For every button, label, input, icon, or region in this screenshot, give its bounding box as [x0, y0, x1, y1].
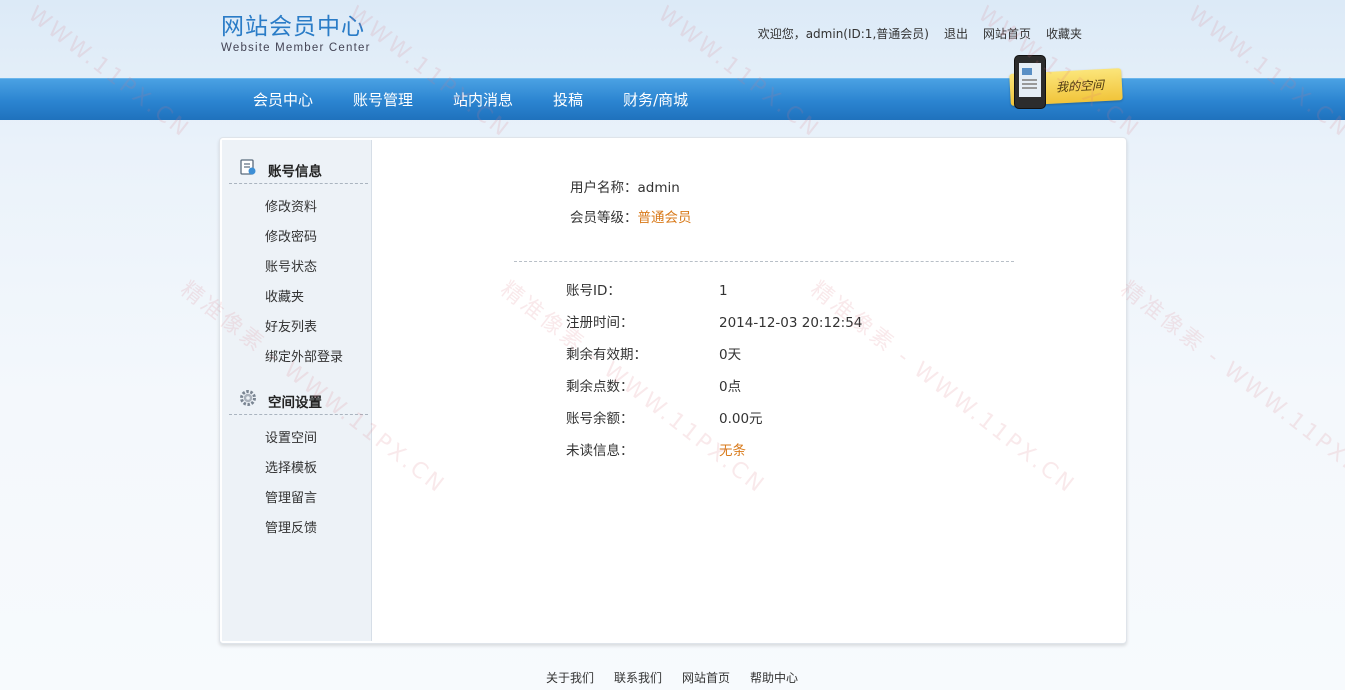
footer-home[interactable]: 网站首页 [682, 669, 730, 686]
logo-subtitle: Website Member Center [221, 42, 371, 54]
account-id-label: 账号ID： [566, 283, 621, 299]
sidebar-item-account-status[interactable]: 账号状态 [265, 253, 343, 283]
sidebar-item-choose-template[interactable]: 选择模板 [265, 454, 317, 484]
member-level-row: 会员等级：普通会员 [570, 208, 692, 238]
sidebar-item-manage-feedback[interactable]: 管理反馈 [265, 514, 317, 544]
footer-contact[interactable]: 联系我们 [614, 669, 662, 686]
logo-title: 网站会员中心 [221, 14, 365, 40]
sidebar-section-account: 账号信息 [229, 152, 368, 184]
detail-row: 剩余点数： 0点 [566, 375, 966, 407]
account-menu: 修改资料 修改密码 账号状态 收藏夹 好友列表 绑定外部登录 [265, 193, 343, 373]
remaining-points-label: 剩余点数： [566, 379, 634, 395]
logout-link[interactable]: 退出 [944, 25, 968, 42]
remaining-points-value: 0点 [719, 379, 742, 395]
nav-finance-shop[interactable]: 财务/商城 [623, 79, 688, 121]
register-time-value: 2014-12-03 20:12:54 [719, 315, 863, 331]
main-panel: 账号信息 修改资料 修改密码 账号状态 收藏夹 好友列表 绑定外部登录 空间设置… [219, 137, 1127, 644]
sidebar-section-space: 空间设置 [229, 383, 368, 415]
member-level-label: 会员等级： [570, 210, 638, 226]
register-time-label: 注册时间： [566, 315, 634, 331]
sidebar-item-space-settings[interactable]: 设置空间 [265, 424, 317, 454]
watermark-text: 精准像素 - WWW.11PX.CN [1115, 276, 1345, 500]
sidebar-section-space-title: 空间设置 [268, 395, 322, 411]
detail-row: 账号ID： 1 [566, 279, 966, 311]
nav-submit[interactable]: 投稿 [553, 79, 583, 121]
gear-icon [240, 390, 256, 406]
account-details: 账号ID： 1 注册时间： 2014-12-03 20:12:54 剩余有效期：… [566, 279, 966, 471]
home-link[interactable]: 网站首页 [983, 25, 1031, 42]
nav-items: 会员中心 账号管理 站内消息 投稿 财务/商城 [253, 79, 728, 121]
footer-help[interactable]: 帮助中心 [750, 669, 798, 686]
top-header: 网站会员中心 Website Member Center 欢迎您，admin(I… [0, 0, 1345, 78]
content-area: 用户名称：admin 会员等级：普通会员 账号ID： 1 注册时间： 2014-… [372, 138, 1126, 643]
user-summary: 用户名称：admin 会员等级：普通会员 [570, 178, 692, 238]
detail-row: 未读信息： 无条 [566, 439, 966, 471]
sidebar: 账号信息 修改资料 修改密码 账号状态 收藏夹 好友列表 绑定外部登录 空间设置… [222, 140, 372, 641]
sidebar-item-friends[interactable]: 好友列表 [265, 313, 343, 343]
divider [514, 261, 1014, 262]
nav-member-center[interactable]: 会员中心 [253, 79, 313, 121]
account-id-value: 1 [719, 283, 728, 299]
site-logo[interactable]: 网站会员中心 Website Member Center [221, 12, 371, 54]
sidebar-item-bind-login[interactable]: 绑定外部登录 [265, 343, 343, 373]
phone-icon [1014, 55, 1046, 109]
space-menu: 设置空间 选择模板 管理留言 管理反馈 [265, 424, 317, 544]
username-row: 用户名称：admin [570, 178, 692, 208]
account-info-icon [240, 159, 256, 175]
unread-value[interactable]: 无条 [719, 439, 746, 463]
footer-links: 关于我们 联系我们 网站首页 帮助中心 [546, 669, 798, 686]
nav-account-manage[interactable]: 账号管理 [353, 79, 413, 121]
detail-row: 账号余额： 0.00元 [566, 407, 966, 439]
favorites-link[interactable]: 收藏夹 [1046, 25, 1082, 42]
remaining-validity-value: 0天 [719, 347, 742, 363]
my-space-button[interactable]: 我的空间 [1002, 55, 1124, 115]
main-nav: 会员中心 账号管理 站内消息 投稿 财务/商城 [0, 78, 1345, 120]
sidebar-item-manage-comments[interactable]: 管理留言 [265, 484, 317, 514]
top-links: 欢迎您，admin(ID:1,普通会员) 退出 网站首页 收藏夹 [758, 25, 1082, 42]
detail-row: 剩余有效期： 0天 [566, 343, 966, 375]
remaining-validity-label: 剩余有效期： [566, 347, 647, 363]
detail-row: 注册时间： 2014-12-03 20:12:54 [566, 311, 966, 343]
balance-label: 账号余额： [566, 411, 634, 427]
my-space-label: 我的空间 [1055, 78, 1105, 95]
footer-about[interactable]: 关于我们 [546, 669, 594, 686]
unread-label: 未读信息： [566, 443, 634, 459]
balance-value: 0.00元 [719, 411, 763, 427]
member-level-value: 普通会员 [637, 210, 692, 226]
sidebar-item-change-password[interactable]: 修改密码 [265, 223, 343, 253]
sidebar-section-account-title: 账号信息 [268, 164, 322, 180]
username-label: 用户名称： [570, 180, 638, 196]
welcome-text: 欢迎您，admin(ID:1,普通会员) [757, 27, 929, 41]
username-value: admin [637, 180, 680, 196]
sidebar-item-favorites[interactable]: 收藏夹 [265, 283, 343, 313]
nav-messages[interactable]: 站内消息 [453, 79, 513, 121]
sidebar-item-edit-profile[interactable]: 修改资料 [265, 193, 343, 223]
